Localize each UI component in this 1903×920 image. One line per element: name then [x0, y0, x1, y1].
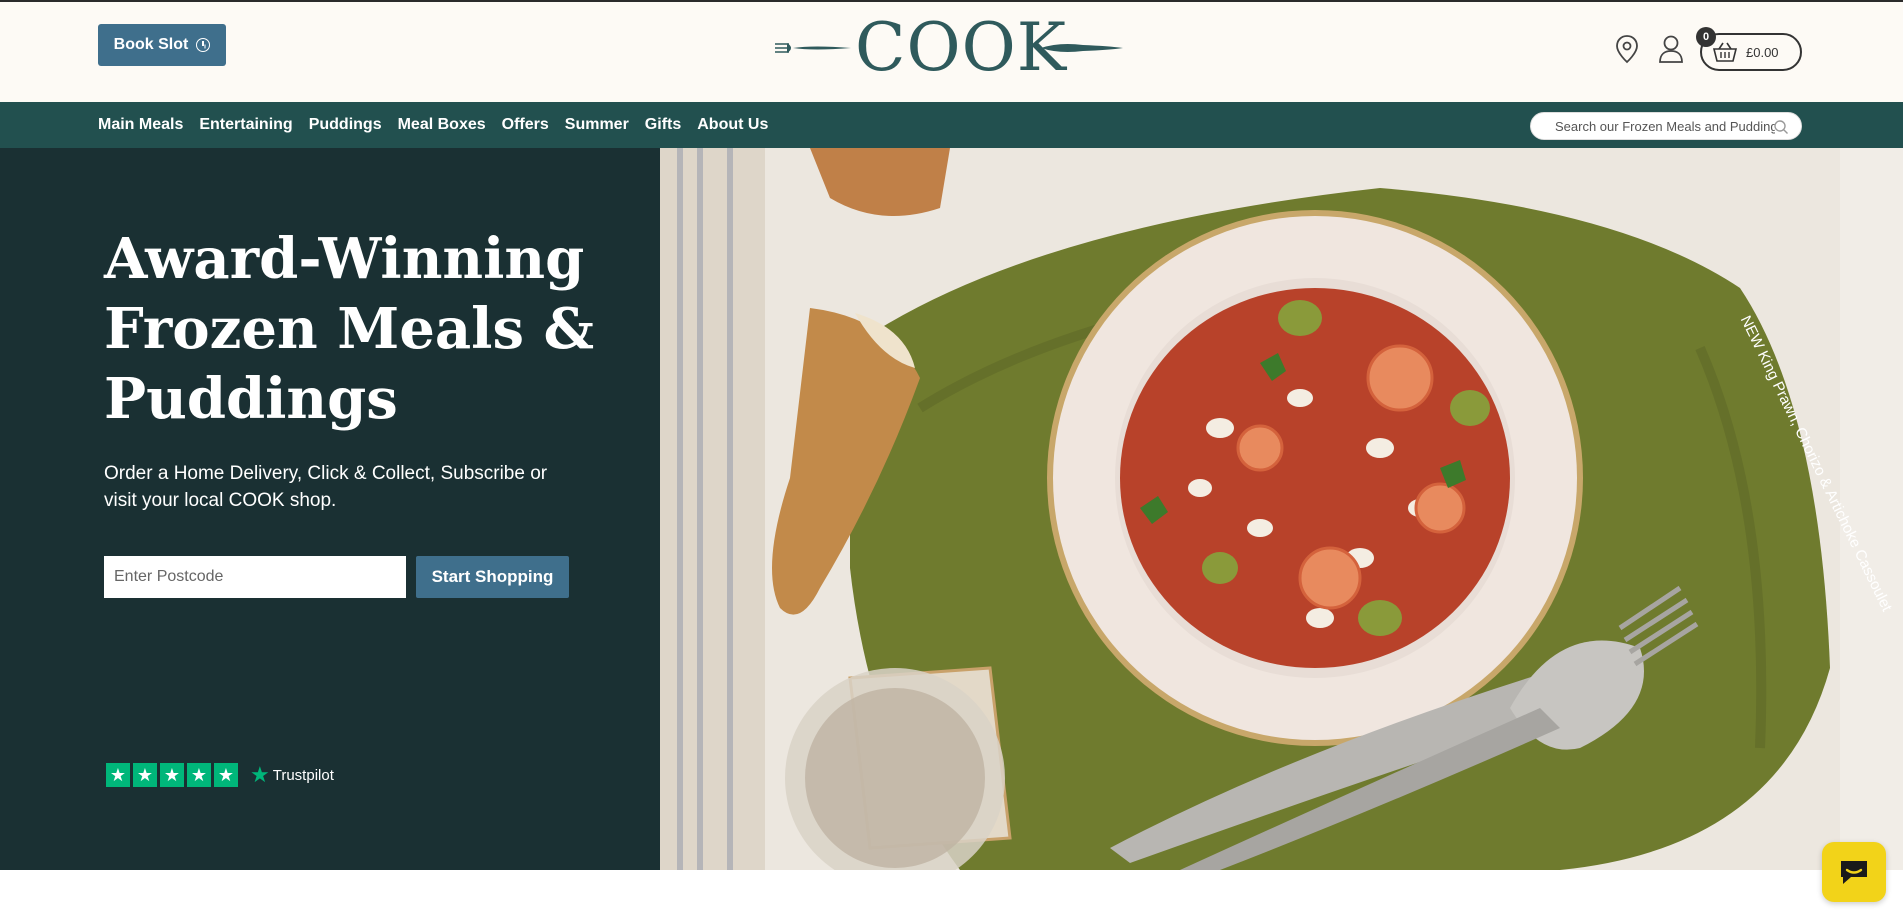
trustpilot-star-icon: ★ [250, 762, 270, 787]
nav-item-offers[interactable]: Offers [502, 116, 549, 134]
basket-icon [1712, 42, 1738, 62]
cart-button[interactable]: 0 £0.00 [1696, 27, 1802, 71]
hero-panel: Award-Winning Frozen Meals & Puddings Or… [0, 148, 660, 870]
hero-image: NEW King Prawn, Chorizo & Artichoke Cass… [660, 148, 1903, 870]
trustpilot-logo: ★ Trustpilot [250, 762, 334, 788]
chat-button[interactable] [1822, 842, 1886, 902]
trustpilot-widget[interactable]: ★ ★ ★ ★ ★ ★ Trustpilot [106, 762, 334, 788]
nav-item-main-meals[interactable]: Main Meals [98, 116, 183, 134]
star-icon: ★ [214, 763, 238, 787]
user-icon[interactable] [1658, 34, 1684, 64]
nav-item-gifts[interactable]: Gifts [645, 116, 681, 134]
search-input[interactable] [1555, 118, 1775, 134]
search-icon[interactable] [1773, 119, 1789, 135]
nav-item-summer[interactable]: Summer [565, 116, 629, 134]
chat-icon [1841, 861, 1867, 884]
star-icon: ★ [133, 763, 157, 787]
star-icon: ★ [187, 763, 211, 787]
nav-item-meal-boxes[interactable]: Meal Boxes [398, 116, 486, 134]
cart-count-badge: 0 [1696, 27, 1716, 47]
nav-menu: Main Meals Entertaining Puddings Meal Bo… [98, 102, 784, 148]
start-shopping-button[interactable]: Start Shopping [416, 556, 569, 598]
location-pin-icon[interactable] [1615, 34, 1639, 64]
star-icon: ★ [160, 763, 184, 787]
clock-icon [196, 38, 211, 52]
star-icon: ★ [106, 763, 130, 787]
fork-icon [775, 43, 851, 53]
book-slot-button[interactable]: Book Slot [98, 24, 226, 66]
food-photo-illustration [660, 148, 1903, 870]
main-nav: Main Meals Entertaining Puddings Meal Bo… [0, 102, 1903, 148]
search-bar [1530, 112, 1802, 140]
trustpilot-stars: ★ ★ ★ ★ ★ [106, 763, 238, 787]
cook-logo[interactable]: COOK [773, 9, 1125, 86]
nav-item-puddings[interactable]: Puddings [309, 116, 382, 134]
trustpilot-label: Trustpilot [272, 766, 334, 784]
logo-text: COOK [855, 9, 1068, 86]
book-slot-label: Book Slot [113, 36, 189, 53]
knife-icon [1041, 44, 1123, 52]
hero-subtitle: Order a Home Delivery, Click & Collect, … [104, 463, 548, 511]
postcode-input[interactable] [104, 556, 406, 598]
nav-item-about-us[interactable]: About Us [697, 116, 768, 134]
cart-total: £0.00 [1746, 44, 1779, 60]
hero-title: Award-Winning Frozen Meals & Puddings [104, 226, 595, 432]
site-header: Book Slot COOK 0 £0.00 [0, 0, 1903, 102]
nav-item-entertaining[interactable]: Entertaining [199, 116, 292, 134]
